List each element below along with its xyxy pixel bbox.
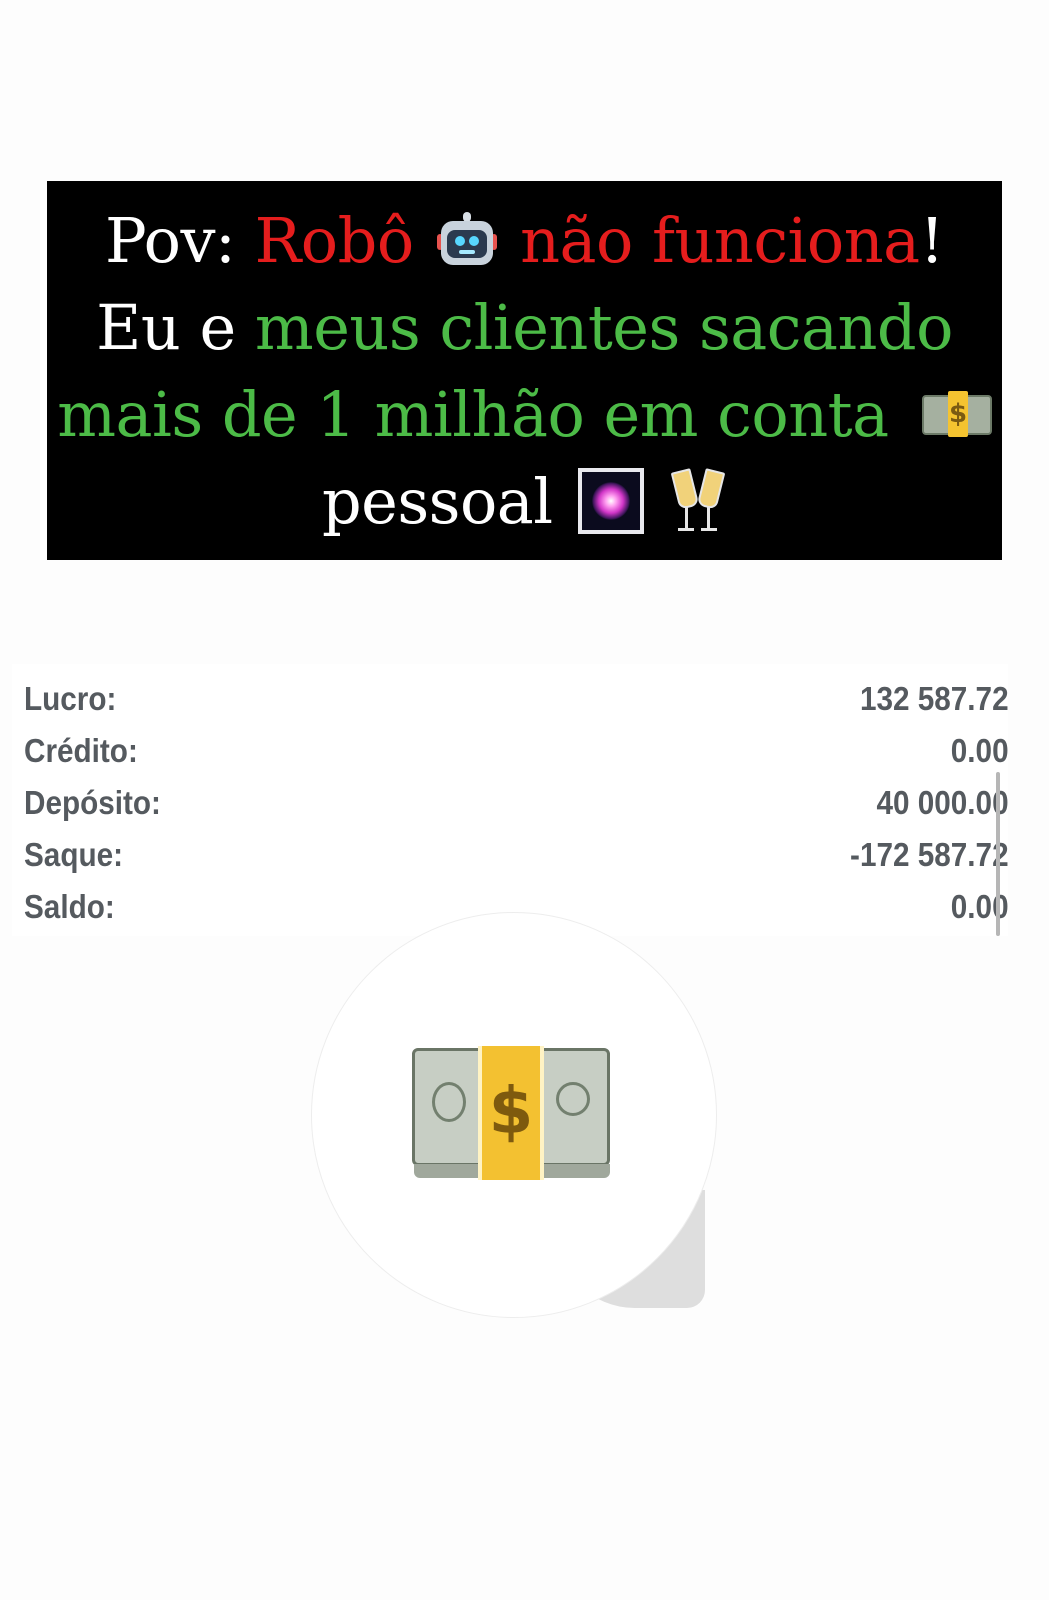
nao-funciona-text: não funciona <box>520 204 920 277</box>
money-with-wings-icon: $ <box>921 390 992 437</box>
eu-e-text: Eu e <box>96 291 236 364</box>
credito-label: Crédito: <box>24 732 138 769</box>
pov-text: Pov: <box>104 204 236 277</box>
clinking-glasses-icon <box>667 466 727 536</box>
meus-clientes-text: meus clientes sacando <box>254 291 954 364</box>
headline-line-1: Pov: Robô não funciona! <box>47 197 1002 284</box>
deposito-value: 40 000.00 <box>876 784 1009 821</box>
deposito-label: Depósito: <box>24 784 161 821</box>
headline-line-4: pessoal <box>47 458 1002 545</box>
lucro-label: Lucro: <box>24 680 117 717</box>
saque-value: -172 587.72 <box>850 836 1009 873</box>
headline-line-3: mais de 1 milhão em conta $ <box>47 371 1002 458</box>
headline-line-2: Eu e meus clientes sacando <box>47 284 1002 371</box>
summary-row-lucro: Lucro: 132 587.72 <box>24 672 1009 724</box>
robo-text: Robô <box>254 204 415 277</box>
saque-label: Saque: <box>24 836 124 873</box>
lucro-value: 132 587.72 <box>859 680 1009 717</box>
dollar-banknote-stack-icon: $ <box>410 1046 614 1180</box>
fireworks-icon <box>577 467 644 534</box>
exclamation-text: ! <box>919 204 945 277</box>
pessoal-text: pessoal <box>321 465 553 538</box>
summary-row-deposito: Depósito: 40 000.00 <box>24 776 1009 828</box>
dollar-sign: $ <box>488 1075 534 1149</box>
summary-row-saque: Saque: -172 587.72 <box>24 828 1009 880</box>
summary-row-credito: Crédito: 0.00 <box>24 724 1009 776</box>
account-summary: Lucro: 132 587.72 Crédito: 0.00 Depósito… <box>12 664 1009 936</box>
scrollbar-thumb[interactable] <box>996 772 1000 936</box>
milhao-text: mais de 1 milhão em conta <box>57 378 889 451</box>
headline-banner: Pov: Robô não funciona! Eu e meus client… <box>47 181 1002 560</box>
saldo-label: Saldo: <box>24 888 115 925</box>
credito-value: 0.00 <box>950 732 1009 769</box>
robot-icon <box>436 211 497 268</box>
